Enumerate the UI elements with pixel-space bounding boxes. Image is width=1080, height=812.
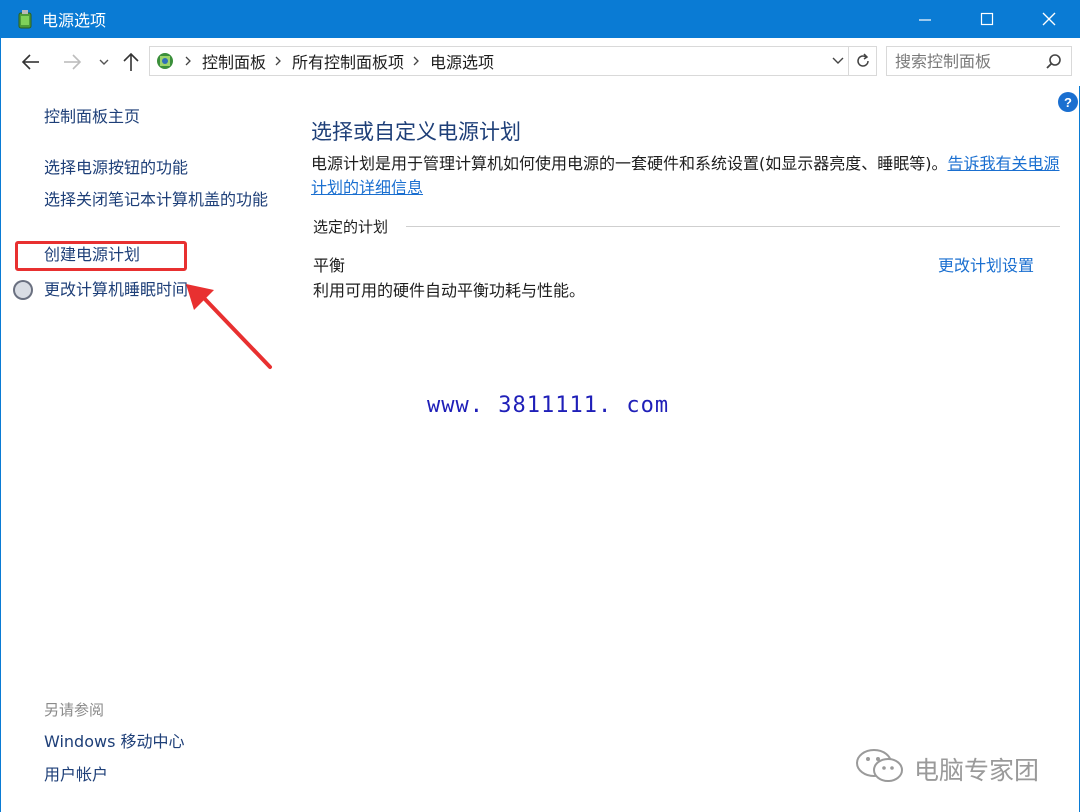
breadcrumb-all-items[interactable]: 所有控制面板项 xyxy=(292,49,404,73)
section-divider xyxy=(406,226,1060,227)
refresh-button[interactable] xyxy=(848,47,876,75)
breadcrumb-separator-icon xyxy=(274,54,284,68)
control-panel-icon xyxy=(154,50,176,72)
recent-locations-button[interactable] xyxy=(93,50,115,74)
user-accounts-link[interactable]: 用户帐户 xyxy=(44,764,108,786)
help-icon[interactable]: ? xyxy=(1058,92,1078,112)
back-button[interactable] xyxy=(20,50,42,74)
breadcrumb-control-panel[interactable]: 控制面板 xyxy=(202,49,266,73)
see-also-heading: 另请参阅 xyxy=(44,701,105,719)
choose-lid-close-link[interactable]: 选择关闭笔记本计算机盖的功能 xyxy=(44,189,274,211)
chevron-down-icon xyxy=(99,59,109,65)
up-arrow-icon xyxy=(123,52,139,71)
annotation-arrow-icon xyxy=(186,284,272,369)
annotation-highlight-box xyxy=(15,241,187,271)
plan-description: 利用可用的硬件自动平衡功耗与性能。 xyxy=(313,281,586,300)
breadcrumb-separator-icon xyxy=(184,54,194,68)
minimize-icon xyxy=(919,19,931,21)
brand-watermark: 电脑专家团 xyxy=(854,748,1039,790)
power-options-icon xyxy=(14,8,36,30)
page-title: 选择或自定义电源计划 xyxy=(311,120,521,144)
window-border-left xyxy=(0,38,1,812)
search-box[interactable] xyxy=(886,46,1072,76)
address-bar[interactable]: 控制面板 所有控制面板项 电源选项 xyxy=(149,46,877,76)
breadcrumb-separator-icon xyxy=(412,54,422,68)
search-icon[interactable] xyxy=(1045,53,1063,75)
address-dropdown-icon[interactable] xyxy=(830,53,846,69)
windows-mobility-center-link[interactable]: Windows 移动中心 xyxy=(44,731,185,753)
description-text: 电源计划是用于管理计算机如何使用电源的一套硬件和系统设置(如显示器亮度、睡眠等)… xyxy=(311,154,948,173)
search-input[interactable] xyxy=(895,51,1045,71)
control-panel-home-link[interactable]: 控制面板主页 xyxy=(44,106,140,128)
back-arrow-icon xyxy=(21,54,39,70)
maximize-button[interactable] xyxy=(956,0,1018,38)
wechat-icon xyxy=(854,748,906,790)
sleep-moon-icon xyxy=(12,279,34,301)
page-description: 电源计划是用于管理计算机如何使用电源的一套硬件和系统设置(如显示器亮度、睡眠等)… xyxy=(311,152,1071,200)
watermark-url: www. 3811111. com xyxy=(427,393,670,418)
close-icon xyxy=(1042,12,1056,26)
change-sleep-time-link[interactable]: 更改计算机睡眠时间 xyxy=(44,279,188,301)
plan-name: 平衡 xyxy=(313,256,346,275)
maximize-icon xyxy=(980,12,994,26)
refresh-icon xyxy=(856,53,869,67)
navigation-bar: 控制面板 所有控制面板项 电源选项 xyxy=(0,38,1080,86)
minimize-button[interactable] xyxy=(894,0,956,38)
forward-button[interactable] xyxy=(61,50,83,74)
up-button[interactable] xyxy=(120,50,142,74)
selected-plan-heading: 选定的计划 xyxy=(313,218,389,236)
brand-name: 电脑专家团 xyxy=(914,756,1040,785)
window-title: 电源选项 xyxy=(42,11,107,30)
change-plan-settings-link[interactable]: 更改计划设置 xyxy=(938,252,1034,276)
title-bar: 电源选项 xyxy=(0,0,1080,38)
breadcrumb-power-options[interactable]: 电源选项 xyxy=(430,49,494,73)
choose-power-button-link[interactable]: 选择电源按钮的功能 xyxy=(44,157,188,179)
close-button[interactable] xyxy=(1018,0,1080,38)
forward-arrow-icon xyxy=(64,54,82,70)
